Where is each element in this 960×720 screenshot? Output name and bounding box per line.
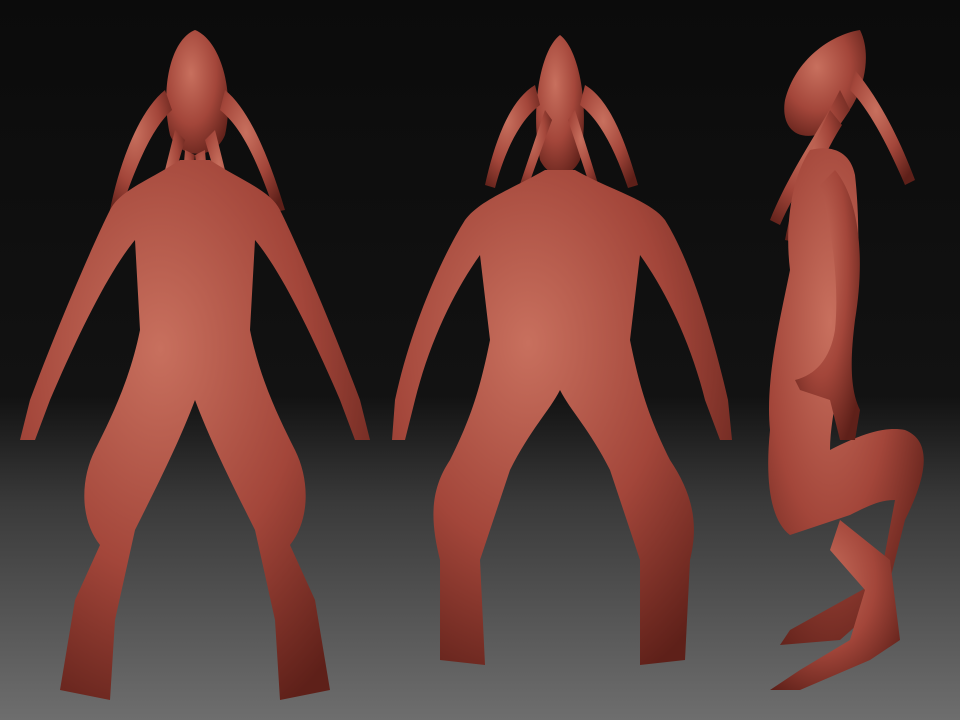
creature-side-view [768,30,924,690]
creature-front-view [20,30,370,700]
render-viewport [0,0,960,720]
creature-render [20,30,924,700]
creature-back-view [392,35,732,665]
